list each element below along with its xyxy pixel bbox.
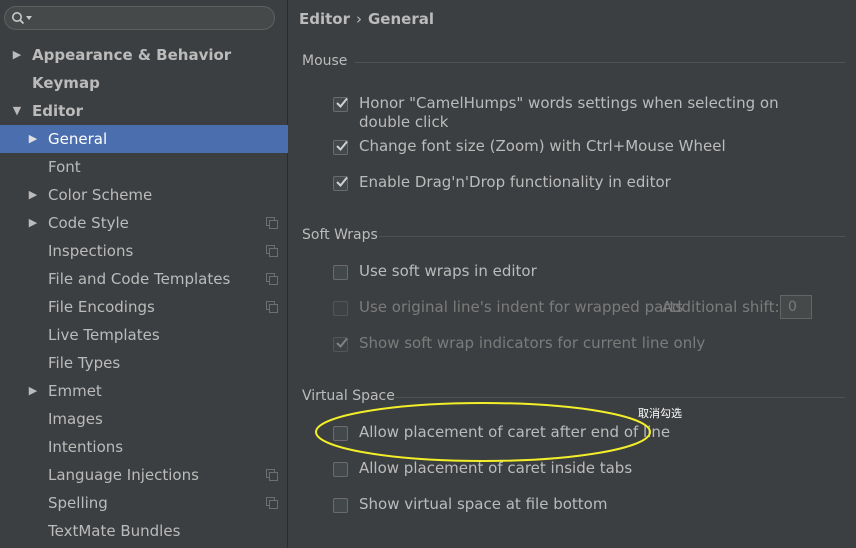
sidebar-item-editor[interactable]: ▼ Editor: [0, 97, 288, 125]
project-settings-icon: [266, 217, 278, 229]
sidebar-item-label: Appearance & Behavior: [32, 46, 232, 64]
sidebar-item-emmet[interactable]: ▶ Emmet: [0, 377, 288, 405]
checkmark-icon: [336, 97, 348, 108]
sidebar-item-label: Emmet: [48, 382, 102, 400]
sidebar-item-intentions[interactable]: Intentions: [0, 433, 288, 461]
sidebar-item-label: Keymap: [32, 74, 100, 92]
search-input[interactable]: [4, 6, 275, 30]
sidebar-item-label: Language Injections: [48, 466, 199, 484]
additional-shift-input[interactable]: 0: [780, 295, 812, 319]
sidebar-item-label: Images: [48, 410, 103, 428]
sidebar-item-label: Color Scheme: [48, 186, 153, 204]
project-settings-icon: [266, 245, 278, 257]
option-label: Enable Drag'n'Drop functionality in edit…: [359, 173, 671, 191]
sidebar-item-file-code-templates[interactable]: File and Code Templates: [0, 265, 288, 293]
sidebar-item-keymap[interactable]: Keymap: [0, 69, 288, 97]
sidebar-item-language-injections[interactable]: Language Injections: [0, 461, 288, 489]
sidebar-item-label: Editor: [32, 102, 83, 120]
checkbox[interactable]: [333, 140, 348, 155]
checkbox[interactable]: [333, 176, 348, 191]
project-settings-icon: [266, 273, 278, 285]
expand-arrow-icon[interactable]: ▶: [10, 41, 24, 69]
expand-arrow-icon[interactable]: ▶: [26, 377, 40, 405]
option-label-line1: Honor "CamelHumps" words settings when s…: [359, 94, 779, 112]
sidebar-item-font[interactable]: Font: [0, 153, 288, 181]
sidebar-item-label: File Encodings: [48, 298, 155, 316]
sidebar-item-inspections[interactable]: Inspections: [0, 237, 288, 265]
sidebar-item-label: File and Code Templates: [48, 270, 231, 288]
sidebar-item-label: General: [48, 130, 108, 148]
option-label-line2: double click: [359, 113, 449, 131]
checkbox[interactable]: [333, 265, 348, 280]
project-settings-icon: [266, 301, 278, 313]
sidebar-item-code-style[interactable]: ▶ Code Style: [0, 209, 288, 237]
section-title-mouse: Mouse: [302, 53, 348, 69]
checkbox[interactable]: [333, 337, 348, 352]
expand-arrow-icon[interactable]: ▶: [26, 209, 40, 237]
sidebar-item-spelling[interactable]: Spelling: [0, 489, 288, 517]
breadcrumb-separator: ›: [356, 10, 362, 28]
checkbox[interactable]: [333, 301, 348, 316]
additional-shift-label: Additional shift:: [662, 298, 780, 316]
project-settings-icon: [266, 469, 278, 481]
option-label: Honor "CamelHumps" words settings when s…: [359, 94, 779, 132]
sidebar-item-appearance-behavior[interactable]: ▶ Appearance & Behavior: [0, 41, 288, 69]
sidebar-item-file-encodings[interactable]: File Encodings: [0, 293, 288, 321]
sidebar-item-label: Inspections: [48, 242, 134, 260]
sidebar-item-color-scheme[interactable]: ▶ Color Scheme: [0, 181, 288, 209]
option-label: Change font size (Zoom) with Ctrl+Mouse …: [359, 137, 726, 155]
sidebar-item-textmate-bundles[interactable]: TextMate Bundles: [0, 517, 288, 545]
checkmark-icon: [336, 140, 348, 151]
expand-arrow-icon[interactable]: ▶: [26, 125, 40, 153]
sidebar-item-label: Intentions: [48, 438, 124, 456]
option-label: Show virtual space at file bottom: [359, 495, 608, 513]
sidebar-item-label: Code Style: [48, 214, 129, 232]
section-divider: [379, 236, 845, 237]
sidebar-item-label: Live Templates: [48, 326, 160, 344]
sidebar-item-label: Font: [48, 158, 81, 176]
sidebar-item-label: File Types: [48, 354, 121, 372]
expand-arrow-icon[interactable]: ▶: [26, 181, 40, 209]
annotation-highlight-ellipse: [315, 402, 651, 462]
sidebar-item-images[interactable]: Images: [0, 405, 288, 433]
checkbox[interactable]: [333, 498, 348, 513]
settings-content: Editor › General Mouse Honor "CamelHumps" …: [289, 0, 856, 548]
sidebar-item-label: Spelling: [48, 494, 108, 512]
sidebar-item-general[interactable]: ▶ General: [0, 125, 288, 153]
checkmark-icon: [336, 176, 348, 187]
breadcrumb-parent: Editor: [299, 10, 350, 28]
option-label: Use soft wraps in editor: [359, 262, 537, 280]
settings-sidebar: ▶ Appearance & Behavior Keymap ▼ Editor …: [0, 0, 288, 548]
section-divider: [390, 397, 845, 398]
checkbox[interactable]: [333, 97, 348, 112]
section-divider: [355, 62, 845, 63]
annotation-text: 取消勾选: [638, 407, 682, 420]
search-icon: [12, 12, 32, 25]
sidebar-item-label: TextMate Bundles: [48, 522, 181, 540]
sidebar-item-live-templates[interactable]: Live Templates: [0, 321, 288, 349]
option-label: Show soft wrap indicators for current li…: [359, 334, 706, 352]
checkmark-icon: [336, 337, 348, 348]
project-settings-icon: [266, 497, 278, 509]
checkbox[interactable]: [333, 462, 348, 477]
collapse-arrow-icon[interactable]: ▼: [10, 97, 24, 125]
sidebar-item-file-types[interactable]: File Types: [0, 349, 288, 377]
section-title-soft-wraps: Soft Wraps: [302, 227, 378, 243]
breadcrumb: Editor › General: [299, 10, 434, 28]
breadcrumb-current: General: [368, 10, 434, 28]
option-label: Use original line's indent for wrapped p…: [359, 298, 684, 316]
